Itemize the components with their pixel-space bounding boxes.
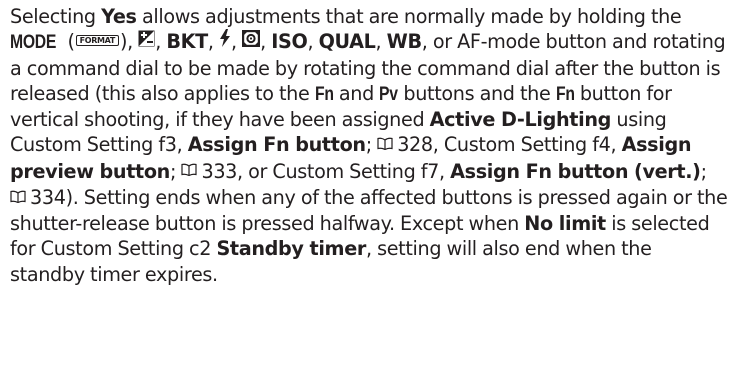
page-ref-333[interactable]: 333 (201, 160, 237, 183)
option-yes: Yes (101, 5, 137, 28)
option-standby-timer: Standby timer (216, 237, 366, 261)
flash-icon (219, 28, 231, 53)
pv-button-label: Pv (379, 83, 398, 105)
fn-button-label: Fn (314, 83, 334, 105)
qual-button-label: QUAL (318, 30, 376, 54)
metering-icon (241, 28, 261, 53)
page-ref-328[interactable]: 328 (397, 133, 433, 156)
option-no-limit: No limit (524, 211, 606, 235)
format-button-icon: FORMAT (75, 35, 119, 47)
iso-button-label: ISO (271, 30, 308, 54)
manual-paragraph: Selecting Yes allows adjustments that ar… (10, 5, 728, 286)
bkt-button-label: BKT (166, 30, 208, 54)
exposure-compensation-icon (138, 28, 155, 53)
book-reference-icon (10, 184, 26, 209)
mode-button-label: MODE (10, 32, 57, 54)
book-reference-icon (181, 157, 198, 182)
option-active-d-lighting: Active D-Lighting (429, 108, 612, 132)
wb-button-label: WB (386, 30, 422, 54)
book-reference-icon (377, 131, 393, 156)
page-ref-334[interactable]: 334 (30, 186, 66, 209)
fn-vertical-button-label: Fn (555, 83, 575, 105)
option-assign-fn-button: Assign Fn button (187, 133, 366, 157)
option-assign-fn-button-vert: Assign Fn button (vert.) (450, 159, 701, 183)
